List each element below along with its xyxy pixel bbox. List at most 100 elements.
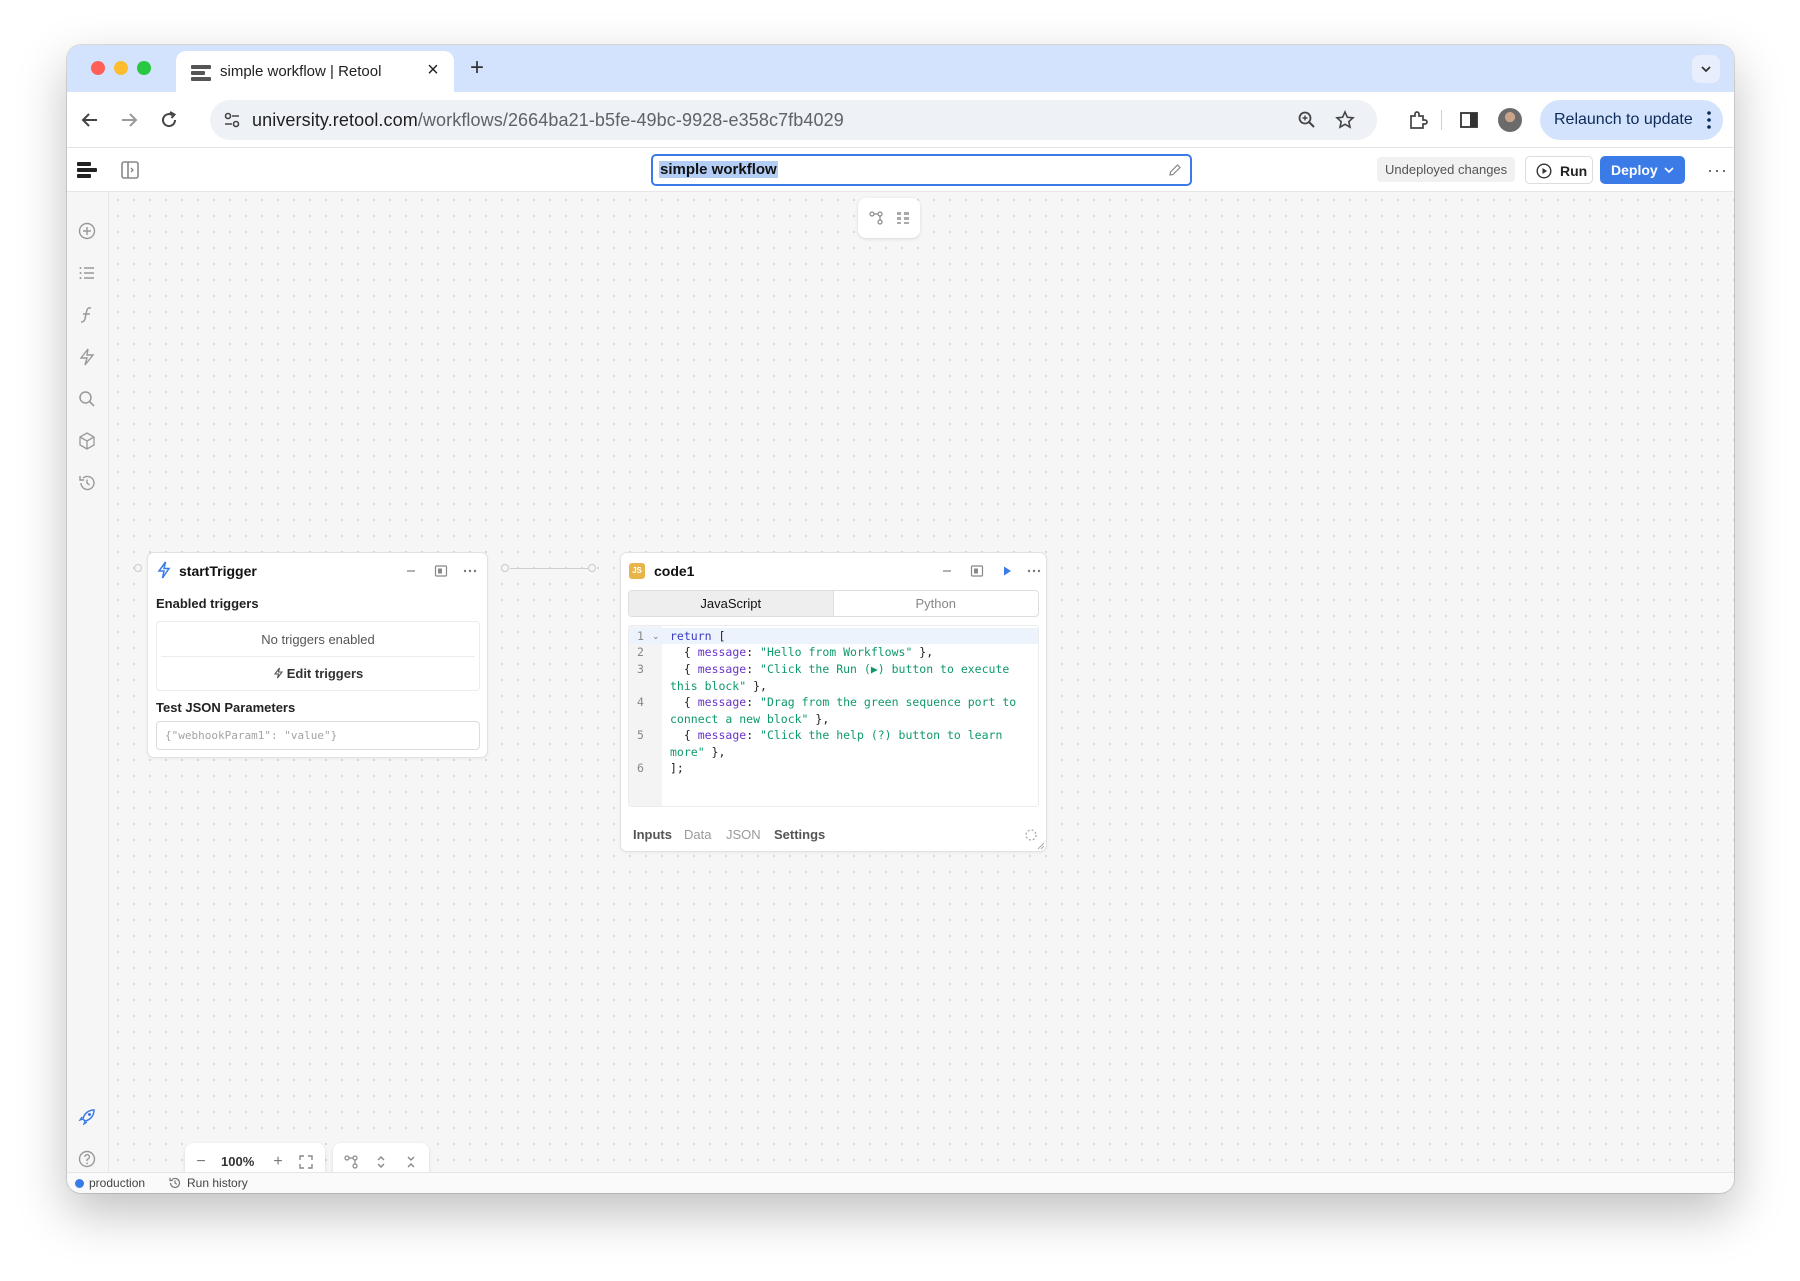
more-options-icon[interactable]: ··· xyxy=(1707,160,1728,181)
address-bar: university.retool.com/workflows/2664ba21… xyxy=(67,92,1734,148)
run-block-play-icon[interactable] xyxy=(999,563,1015,579)
list-icon[interactable] xyxy=(77,263,97,283)
zoom-window-button[interactable] xyxy=(137,61,151,75)
tab-python[interactable]: Python xyxy=(834,591,1039,616)
code-block[interactable]: JS code1 JavaScript Python 1 ⌄ 2 3 4 5 6… xyxy=(620,552,1047,852)
code-text: { xyxy=(670,645,698,659)
reload-button[interactable] xyxy=(155,106,183,134)
trigger-output-port[interactable] xyxy=(501,564,509,572)
retool-logo-icon[interactable] xyxy=(76,160,98,180)
zoom-out-button[interactable]: − xyxy=(193,1154,209,1170)
start-trigger-block[interactable]: startTrigger Enabled triggers No trigger… xyxy=(147,552,488,758)
code-text: : xyxy=(746,662,761,676)
history-icon[interactable] xyxy=(77,473,97,493)
triggers-box: No triggers enabled Edit triggers xyxy=(156,621,480,691)
code-property: message xyxy=(697,662,747,676)
forward-arrow-icon xyxy=(122,113,138,127)
play-circle-icon xyxy=(1536,163,1552,179)
collapse-all-icon[interactable] xyxy=(403,1154,419,1170)
divider xyxy=(161,656,475,657)
code-text: { xyxy=(670,728,698,742)
resources-cube-icon[interactable] xyxy=(77,431,97,451)
code-text: { xyxy=(670,695,698,709)
tab-search-button[interactable] xyxy=(1692,55,1720,83)
expand-panel-icon[interactable] xyxy=(433,563,449,579)
more-options-icon[interactable] xyxy=(462,563,478,579)
code-input-port[interactable] xyxy=(588,564,596,572)
site-settings-icon[interactable] xyxy=(222,110,242,130)
expand-panel-icon[interactable] xyxy=(969,563,985,579)
close-window-button[interactable] xyxy=(91,61,105,75)
profile-avatar[interactable] xyxy=(1498,108,1522,132)
code-string: "Hello from Workflows" xyxy=(760,645,913,659)
tab-close-icon[interactable]: × xyxy=(422,59,444,81)
retool-favicon-icon xyxy=(191,65,211,81)
url-text: university.retool.com/workflows/2664ba21… xyxy=(252,110,844,131)
side-panel-icon[interactable] xyxy=(1457,108,1481,132)
tab-json[interactable]: JSON xyxy=(726,827,761,842)
resize-handle-icon[interactable] xyxy=(1036,841,1045,850)
function-icon[interactable] xyxy=(77,305,97,325)
minimize-window-button[interactable] xyxy=(114,61,128,75)
js-badge-icon: JS xyxy=(629,563,645,579)
code-editor[interactable]: 1 ⌄ 2 3 4 5 6 return [ { message: "Hello… xyxy=(628,625,1039,807)
tab-inputs[interactable]: Inputs xyxy=(633,827,672,842)
run-history-link[interactable]: Run history xyxy=(187,1176,248,1190)
help-icon[interactable] xyxy=(77,1149,97,1169)
block-title: startTrigger xyxy=(179,563,257,579)
auto-layout-icon[interactable] xyxy=(868,210,884,226)
code-keyword: return xyxy=(670,629,712,643)
auto-layout-icon[interactable] xyxy=(343,1154,359,1170)
line-number: 1 xyxy=(637,629,644,643)
extensions-puzzle-icon[interactable] xyxy=(1406,108,1430,132)
toggle-panel-icon[interactable] xyxy=(120,160,142,180)
environment-label[interactable]: production xyxy=(89,1176,145,1190)
workflow-name-text: simple workflow xyxy=(659,161,778,178)
edit-triggers-button[interactable]: Edit triggers xyxy=(157,666,479,681)
url-omnibox[interactable]: university.retool.com/workflows/2664ba21… xyxy=(210,100,1377,140)
back-button[interactable] xyxy=(76,106,104,134)
zoom-in-button[interactable]: + xyxy=(270,1154,286,1170)
minimize-icon[interactable] xyxy=(403,563,419,579)
bolt-icon xyxy=(273,667,283,679)
add-block-icon[interactable] xyxy=(77,221,97,241)
minimize-icon[interactable] xyxy=(939,563,955,579)
environment-status-dot xyxy=(75,1179,84,1188)
tab-settings[interactable]: Settings xyxy=(774,827,825,842)
trigger-input-port[interactable] xyxy=(134,564,142,572)
code-line: return [ xyxy=(670,628,1032,645)
toolbar-divider xyxy=(1441,110,1442,130)
relaunch-to-update-button[interactable]: Relaunch to update xyxy=(1540,100,1723,140)
status-bar: production Run history xyxy=(67,1172,1734,1193)
undeployed-changes-badge: Undeployed changes xyxy=(1377,157,1516,182)
rocket-icon[interactable] xyxy=(77,1107,97,1127)
deploy-button[interactable]: Deploy xyxy=(1600,156,1685,184)
new-tab-button[interactable]: + xyxy=(463,54,491,82)
fold-chevron-icon[interactable]: ⌄ xyxy=(652,631,660,642)
block-connector xyxy=(510,568,588,569)
grid-layout-icon[interactable] xyxy=(895,210,911,226)
workflow-name-input[interactable]: simple workflow xyxy=(651,154,1192,186)
triggers-bolt-icon[interactable] xyxy=(77,347,97,367)
browser-tab-active[interactable]: simple workflow | Retool × xyxy=(176,51,454,92)
tab-javascript[interactable]: JavaScript xyxy=(629,591,834,616)
tab-data[interactable]: Data xyxy=(684,827,711,842)
more-options-icon[interactable] xyxy=(1026,563,1042,579)
code-property: message xyxy=(697,728,747,742)
code-line: { message: "Click the help (?) button to… xyxy=(670,727,1032,760)
forward-button[interactable] xyxy=(115,106,143,134)
block-title: code1 xyxy=(654,563,695,579)
relaunch-label: Relaunch to update xyxy=(1554,111,1693,128)
loading-spinner-icon xyxy=(1025,829,1037,841)
fit-to-screen-icon[interactable] xyxy=(298,1154,314,1170)
search-icon[interactable] xyxy=(77,389,97,409)
test-json-params-input[interactable]: {"webhookParam1": "value"} xyxy=(156,721,480,750)
code-line: { message: "Hello from Workflows" }, xyxy=(670,644,1032,661)
expand-all-icon[interactable] xyxy=(373,1154,389,1170)
canvas-toolbar xyxy=(858,198,920,238)
url-host: university.retool.com xyxy=(252,110,418,130)
run-button[interactable]: Run xyxy=(1525,156,1593,184)
code-text: }, xyxy=(746,678,767,693)
zoom-magnifier-icon[interactable] xyxy=(1297,110,1317,130)
bookmark-star-icon[interactable] xyxy=(1335,110,1355,130)
